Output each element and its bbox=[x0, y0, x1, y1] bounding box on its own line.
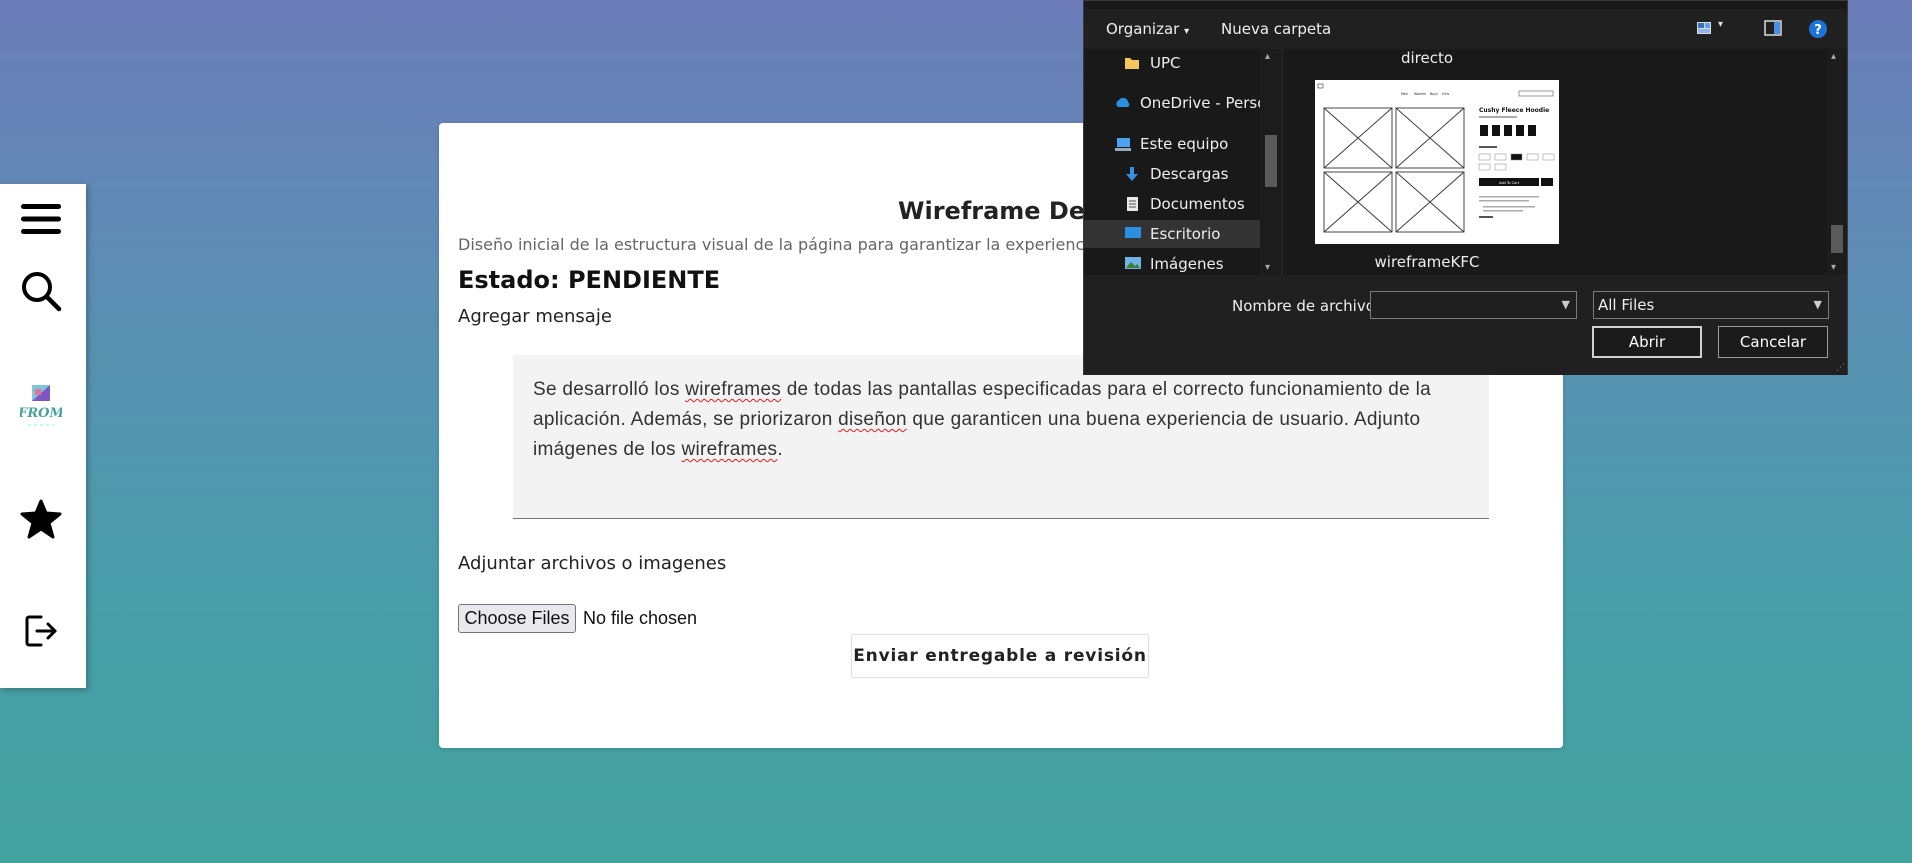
task-description: Diseño inicial de la estructura visual d… bbox=[458, 235, 1099, 254]
filename-label: Nombre de archivo: bbox=[1232, 297, 1380, 315]
files-scrollbar[interactable]: ▴ ▾ bbox=[1827, 49, 1847, 275]
svg-text:Add To Cart: Add To Cart bbox=[1499, 181, 1520, 185]
svg-text:Girls: Girls bbox=[1442, 92, 1450, 96]
svg-text:Women: Women bbox=[1414, 92, 1426, 96]
nav-item-downloads[interactable]: Descargas bbox=[1124, 160, 1260, 188]
chevron-up-icon[interactable]: ▴ bbox=[1831, 51, 1836, 62]
files-scroll-thumb[interactable] bbox=[1831, 225, 1843, 253]
search-icon[interactable] bbox=[18, 268, 64, 314]
download-icon bbox=[1124, 166, 1142, 182]
dialog-toolbar: Organizar ▾ Nueva carpeta ▾ ? bbox=[1084, 9, 1847, 49]
dialog-bottom-bar: Nombre de archivo: ▼ All Files ▼ Abrir C… bbox=[1084, 275, 1847, 375]
sidebar: FROM bbox=[0, 184, 86, 688]
folder-icon bbox=[1124, 55, 1142, 71]
nav-scroll-thumb[interactable] bbox=[1265, 135, 1277, 187]
document-icon bbox=[1124, 196, 1142, 212]
logo[interactable]: FROM bbox=[17, 383, 64, 431]
desktop-icon bbox=[1124, 226, 1142, 242]
nav-item-desktop[interactable]: Escritorio bbox=[1084, 220, 1260, 248]
chevron-down-icon[interactable]: ▾ bbox=[1718, 19, 1730, 39]
navigation-pane: UPC OneDrive - Person Este equipo Descar… bbox=[1084, 49, 1282, 275]
message-label: Agregar mensaje bbox=[458, 306, 612, 327]
file-thumbnail[interactable]: Men Women Boys Girls Cushy Fleece Hoodie bbox=[1315, 80, 1559, 244]
chevron-down-icon[interactable]: ▼ bbox=[1562, 298, 1570, 311]
onedrive-icon bbox=[1114, 95, 1132, 111]
cancel-button[interactable]: Cancelar bbox=[1718, 326, 1828, 358]
attach-label: Adjuntar archivos o imagenes bbox=[458, 553, 727, 574]
submit-button[interactable]: Enviar entregable a revisión bbox=[851, 634, 1149, 678]
star-icon[interactable] bbox=[18, 496, 64, 542]
chevron-up-icon[interactable]: ▴ bbox=[1265, 51, 1270, 62]
nav-item-upc[interactable]: UPC bbox=[1124, 49, 1260, 77]
filename-combobox[interactable]: ▼ bbox=[1370, 291, 1577, 319]
svg-text:Cushy Fleece Hoodie: Cushy Fleece Hoodie bbox=[1479, 107, 1549, 114]
organize-menu[interactable]: Organizar ▾ bbox=[1106, 20, 1189, 38]
menu-icon[interactable] bbox=[18, 196, 64, 242]
view-options-icon[interactable] bbox=[1695, 19, 1717, 39]
nav-item-images[interactable]: Imágenes bbox=[1124, 250, 1260, 275]
computer-icon bbox=[1114, 136, 1132, 152]
chevron-down-icon[interactable]: ▼ bbox=[1814, 298, 1822, 311]
help-icon[interactable]: ? bbox=[1808, 19, 1830, 39]
no-file-text: No file chosen bbox=[583, 608, 698, 628]
resize-grip-icon[interactable]: ⋰ bbox=[1836, 363, 1845, 373]
images-icon bbox=[1124, 256, 1142, 272]
chevron-down-icon[interactable]: ▾ bbox=[1265, 262, 1270, 273]
new-folder-button[interactable]: Nueva carpeta bbox=[1221, 20, 1331, 38]
file-item-label[interactable]: wireframeKFC bbox=[1357, 253, 1497, 271]
nav-scrollbar[interactable]: ▴ ▾ bbox=[1260, 49, 1282, 275]
nav-item-documents[interactable]: Documentos bbox=[1124, 190, 1260, 218]
logout-icon[interactable] bbox=[18, 608, 64, 654]
preview-pane-icon[interactable] bbox=[1763, 19, 1785, 39]
nav-item-this-pc[interactable]: Este equipo bbox=[1114, 130, 1260, 158]
svg-text:Men: Men bbox=[1401, 92, 1408, 96]
nav-item-onedrive[interactable]: OneDrive - Person bbox=[1114, 89, 1276, 117]
status-label: Estado: PENDIENTE bbox=[458, 266, 721, 294]
chevron-down-icon[interactable]: ▾ bbox=[1831, 262, 1836, 273]
choose-files-button[interactable]: Choose Files bbox=[458, 604, 576, 633]
open-button[interactable]: Abrir bbox=[1592, 326, 1702, 358]
svg-text:Boys: Boys bbox=[1430, 92, 1438, 96]
file-open-dialog: Organizar ▾ Nueva carpeta ▾ ? UPC OneDri… bbox=[1083, 0, 1848, 375]
chevron-down-icon: ▾ bbox=[1184, 26, 1190, 37]
svg-text:?: ? bbox=[1814, 23, 1822, 38]
folder-item-label[interactable]: directo bbox=[1357, 49, 1497, 67]
file-type-select[interactable]: All Files ▼ bbox=[1593, 291, 1829, 319]
files-pane: directo Men Women Boys Girls Cushy Fleec… bbox=[1283, 49, 1827, 275]
logo-text: FROM bbox=[20, 406, 62, 421]
message-textarea[interactable]: Se desarrolló los wireframes de todas la… bbox=[513, 355, 1489, 519]
